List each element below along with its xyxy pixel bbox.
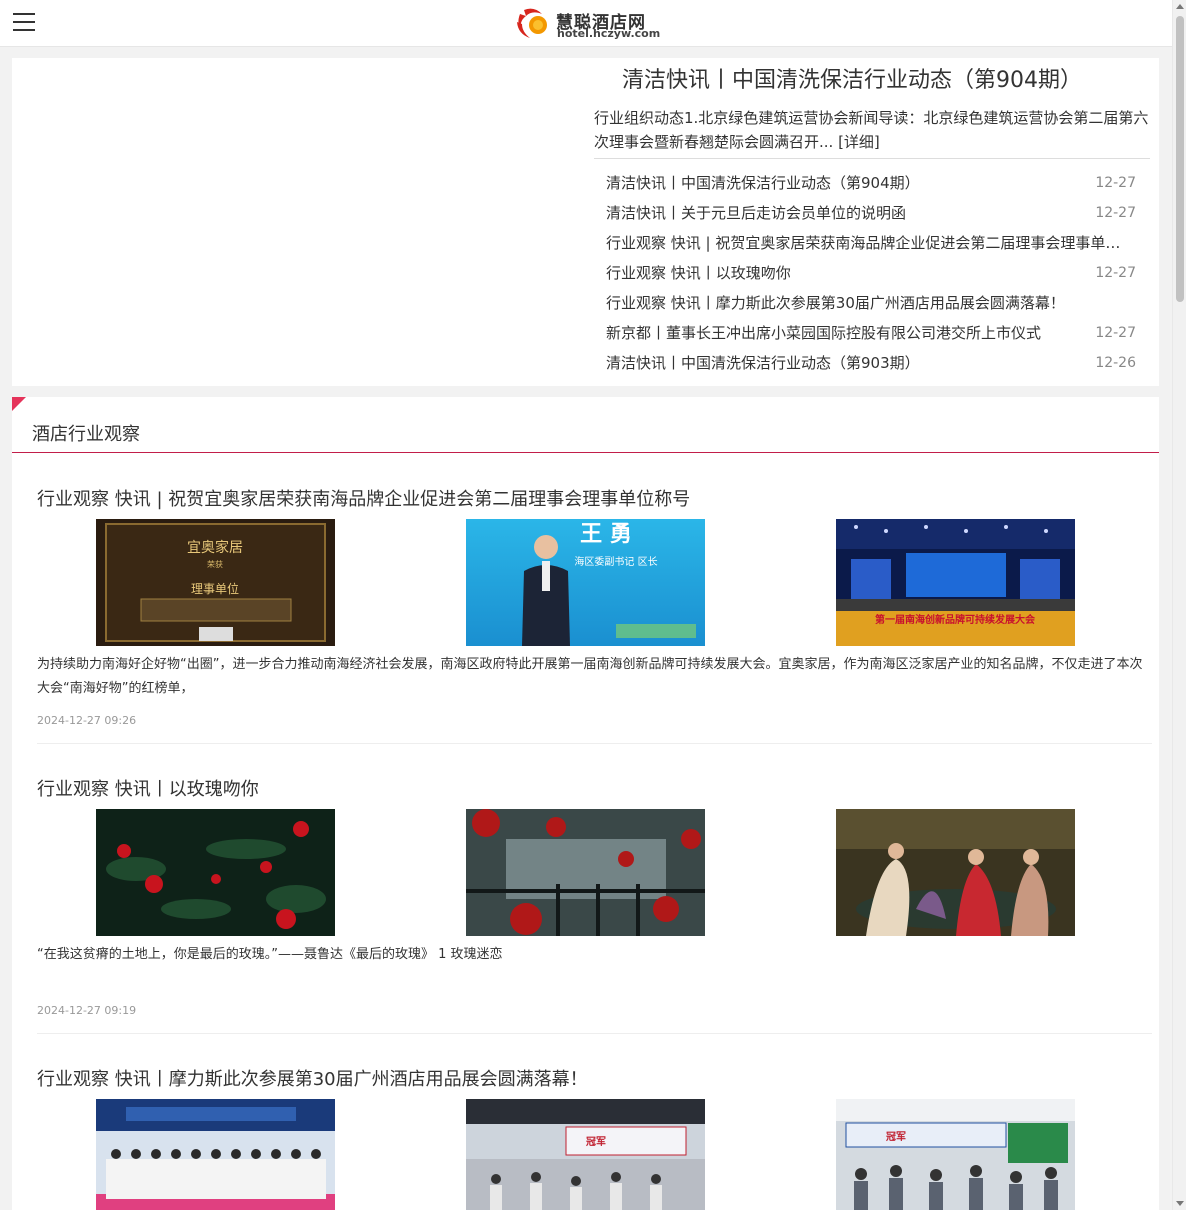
news-list-item[interactable]: 行业观察 快讯丨以玫瑰吻你 12-27 xyxy=(606,258,1136,288)
top-news-panel: 清洁快讯丨中国清洗保洁行业动态（第904期） 行业组织动态1.北京绿色建筑运营协… xyxy=(12,58,1159,386)
painting-women-image xyxy=(836,809,1075,936)
article-thumbnail[interactable]: 宜奥家居 荣获 理事单位 xyxy=(96,519,335,646)
news-item-date: 12-27 xyxy=(1095,205,1136,221)
exhibition-crowd-image: 冠军 xyxy=(836,1099,1075,1210)
hall-banner-text: 第一届南海创新品牌可持续发展大会 xyxy=(875,613,1035,626)
news-item-date: 12-26 xyxy=(1095,355,1136,371)
news-item-title[interactable]: 清洁快讯丨中国清洗保洁行业动态（第903期） xyxy=(606,348,1086,378)
booth-banner-text: 冠军 xyxy=(886,1131,906,1143)
news-list-item[interactable]: 行业观察 快讯 | 祝贺宜奥家居荣获南海品牌企业促进会第二届理事会理事单位称号 xyxy=(606,228,1136,258)
featured-news-title[interactable]: 清洁快讯丨中国清洗保洁行业动态（第904期） xyxy=(622,62,1142,94)
article-date: 2024-12-27 09:19 xyxy=(37,1004,137,1017)
news-item-title[interactable]: 新京都丨董事长王冲出席小菜园国际控股有限公司港交所上市仪式 xyxy=(606,318,1086,348)
latest-news-list: 清洁快讯丨中国清洗保洁行业动态（第904期） 12-27 清洁快讯丨关于元旦后走访… xyxy=(606,168,1136,378)
article-thumbnail[interactable] xyxy=(96,809,335,936)
conference-hall-image: 第一届南海创新品牌可持续发展大会 xyxy=(836,519,1075,646)
article-summary[interactable]: 为持续助力南海好企好物“出圈”，进一步合力推动南海经济社会发展，南海区政府特此开… xyxy=(37,653,1149,701)
news-list-item[interactable]: 清洁快讯丨中国清洗保洁行业动态（第904期） 12-27 xyxy=(606,168,1136,198)
article-title[interactable]: 行业观察 快讯丨以玫瑰吻你 xyxy=(37,775,259,801)
article-date: 2024-12-27 09:26 xyxy=(37,714,137,727)
news-list-item[interactable]: 行业观察 快讯丨摩力斯此次参展第30届广州酒店用品展会圆满落幕！ xyxy=(606,288,1136,318)
article-title[interactable]: 行业观察 快讯 | 祝贺宜奥家居荣获南海品牌企业促进会第二届理事会理事单位称号 xyxy=(37,485,690,511)
logo-mark-icon xyxy=(517,8,547,38)
plaque-text-2: 荣获 xyxy=(207,559,223,569)
roses-fence-image xyxy=(466,809,705,936)
scroll-up-arrow-icon[interactable] xyxy=(1176,4,1184,9)
news-item-title[interactable]: 清洁快讯丨关于元旦后走访会员单位的说明函 xyxy=(606,198,1086,228)
scroll-down-arrow-icon[interactable] xyxy=(1176,1201,1184,1206)
news-list-item[interactable]: 清洁快讯丨关于元旦后走访会员单位的说明函 12-27 xyxy=(606,198,1136,228)
speaker-on-stage-image: 王 勇 海区委副书记 区长 xyxy=(466,519,705,646)
news-item-date: 12-27 xyxy=(1095,325,1136,341)
scroll-thumb[interactable] xyxy=(1176,16,1184,302)
section-divider xyxy=(12,452,1159,453)
article-item: 行业观察 快讯丨摩力斯此次参展第30届广州酒店用品展会圆满落幕！ 冠军 冠军 xyxy=(37,1065,1152,1210)
article-item: 行业观察 快讯丨以玫瑰吻你 “在我这贫瘠的土地上，你是最后的玫瑰。”——聂鲁达《… xyxy=(37,775,1152,1034)
red-roses-dark-image xyxy=(96,809,335,936)
booth-banner-text: 冠军 xyxy=(586,1136,606,1148)
page-scrollbar[interactable] xyxy=(1172,0,1186,1210)
news-item-date: 12-27 xyxy=(1095,175,1136,191)
section-title: 酒店行业观察 xyxy=(32,424,140,445)
article-thumbnail[interactable]: 王 勇 海区委副书记 区长 xyxy=(466,519,705,646)
site-header: 慧聪酒店网 hotel.hczyw.com xyxy=(0,0,1172,47)
news-item-title[interactable]: 行业观察 快讯丨摩力斯此次参展第30届广州酒店用品展会圆满落幕！ xyxy=(606,288,1126,318)
logo-text-en: hotel.hczyw.com xyxy=(557,27,661,40)
article-thumbnail[interactable] xyxy=(836,809,1075,936)
news-item-title[interactable]: 行业观察 快讯丨以玫瑰吻你 xyxy=(606,258,1086,288)
section-corner-mark xyxy=(12,397,26,411)
news-list-item[interactable]: 清洁快讯丨中国清洗保洁行业动态（第903期） 12-26 xyxy=(606,348,1136,378)
article-thumbnail[interactable]: 冠军 xyxy=(466,1099,705,1210)
news-list-item[interactable]: 新京都丨董事长王冲出席小菜园国际控股有限公司港交所上市仪式 12-27 xyxy=(606,318,1136,348)
article-item: 行业观察 快讯 | 祝贺宜奥家居荣获南海品牌企业促进会第二届理事会理事单位称号 … xyxy=(37,485,1152,744)
article-summary[interactable]: “在我这贫瘠的土地上，你是最后的玫瑰。”——聂鲁达《最后的玫瑰》 1 玫瑰迷恋 xyxy=(37,943,1149,967)
article-thumbnail[interactable] xyxy=(96,1099,335,1210)
article-thumbnail[interactable]: 第一届南海创新品牌可持续发展大会 xyxy=(836,519,1075,646)
stage-subtitle-text: 海区委副书记 区长 xyxy=(574,555,657,568)
hamburger-menu-icon[interactable] xyxy=(13,13,35,33)
exhibition-group-photo-image xyxy=(96,1099,335,1210)
news-item-title[interactable]: 清洁快讯丨中国清洗保洁行业动态（第904期） xyxy=(606,168,1086,198)
news-item-date: 12-27 xyxy=(1095,265,1136,281)
industry-observation-section: 酒店行业观察 行业观察 快讯 | 祝贺宜奥家居荣获南海品牌企业促进会第二届理事会… xyxy=(12,397,1159,1210)
article-thumbnail[interactable]: 冠军 xyxy=(836,1099,1075,1210)
plaque-text-1: 宜奥家居 xyxy=(187,539,243,556)
article-title[interactable]: 行业观察 快讯丨摩力斯此次参展第30届广州酒店用品展会圆满落幕！ xyxy=(37,1065,588,1091)
news-item-title[interactable]: 行业观察 快讯 | 祝贺宜奥家居荣获南海品牌企业促进会第二届理事会理事单位称号 xyxy=(606,228,1126,258)
featured-news-summary[interactable]: 行业组织动态1.北京绿色建筑运营协会新闻导读：北京绿色建筑运营协会第二届第六次理… xyxy=(594,106,1150,159)
exhibition-booth-image: 冠军 xyxy=(466,1099,705,1210)
plaque-text-3: 理事单位 xyxy=(191,581,239,596)
site-logo[interactable]: 慧聪酒店网 hotel.hczyw.com xyxy=(514,6,664,42)
stage-name-text: 王 勇 xyxy=(580,522,632,547)
award-plaque-image: 宜奥家居 荣获 理事单位 xyxy=(96,519,335,646)
article-thumbnail[interactable] xyxy=(466,809,705,936)
